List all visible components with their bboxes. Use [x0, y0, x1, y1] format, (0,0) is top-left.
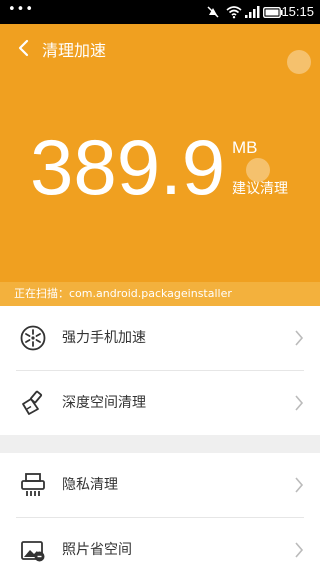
mute-icon — [207, 6, 219, 18]
speed-boost-icon — [20, 325, 46, 351]
scan-status-bar: 正在扫描：com.android.packageinstaller — [0, 282, 320, 306]
signal-icon — [245, 6, 260, 18]
menu-item-label: 深度空间清理 — [62, 395, 146, 411]
battery-icon — [263, 7, 283, 18]
chevron-right-icon — [295, 395, 304, 411]
menu-item-speed-boost[interactable]: 强力手机加速 — [0, 306, 320, 370]
menu-item-photo-space[interactable]: 照片省空间 — [0, 518, 320, 582]
menu-item-privacy-clean[interactable]: 隐私清理 — [0, 453, 320, 517]
notification-dots-icon: ••• — [8, 2, 35, 17]
wifi-icon — [226, 6, 242, 19]
junk-size-unit: MB — [232, 138, 258, 157]
chevron-right-icon — [295, 477, 304, 493]
shredder-icon — [21, 473, 45, 496]
clock: 15:15 — [281, 4, 314, 19]
cleanup-header: 清理加速 389.9 MB 建议清理 — [0, 24, 320, 282]
decorative-bubble — [287, 50, 311, 74]
chevron-right-icon — [295, 542, 304, 558]
suggest-clean-label: 建议清理 — [232, 181, 288, 197]
chevron-right-icon — [295, 330, 304, 346]
status-bar: ••• 15:15 — [0, 0, 320, 24]
menu-item-deep-clean[interactable]: 深度空间清理 — [0, 371, 320, 435]
page-title: 清理加速 — [42, 41, 107, 60]
menu-item-label: 照片省空间 — [62, 542, 132, 558]
menu-item-label: 隐私清理 — [62, 477, 118, 493]
back-arrow-icon[interactable] — [16, 39, 32, 57]
junk-size-value: 389.9 — [30, 123, 226, 211]
photo-icon — [21, 541, 45, 562]
scan-status-text: 正在扫描：com.android.packageinstaller — [14, 287, 232, 300]
broom-icon — [22, 390, 43, 415]
menu-item-label: 强力手机加速 — [62, 330, 146, 346]
section-gap — [0, 435, 320, 453]
